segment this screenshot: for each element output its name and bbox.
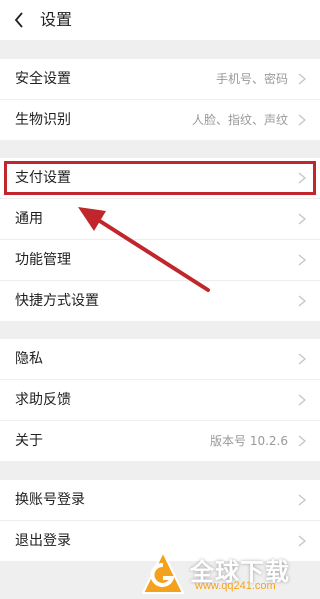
watermark: 全球下载 www.qq241.com: [135, 548, 320, 598]
watermark-url: www.qq241.com: [195, 580, 276, 592]
watermark-logo-icon: [142, 551, 184, 594]
annotation-arrow: [78, 207, 210, 292]
